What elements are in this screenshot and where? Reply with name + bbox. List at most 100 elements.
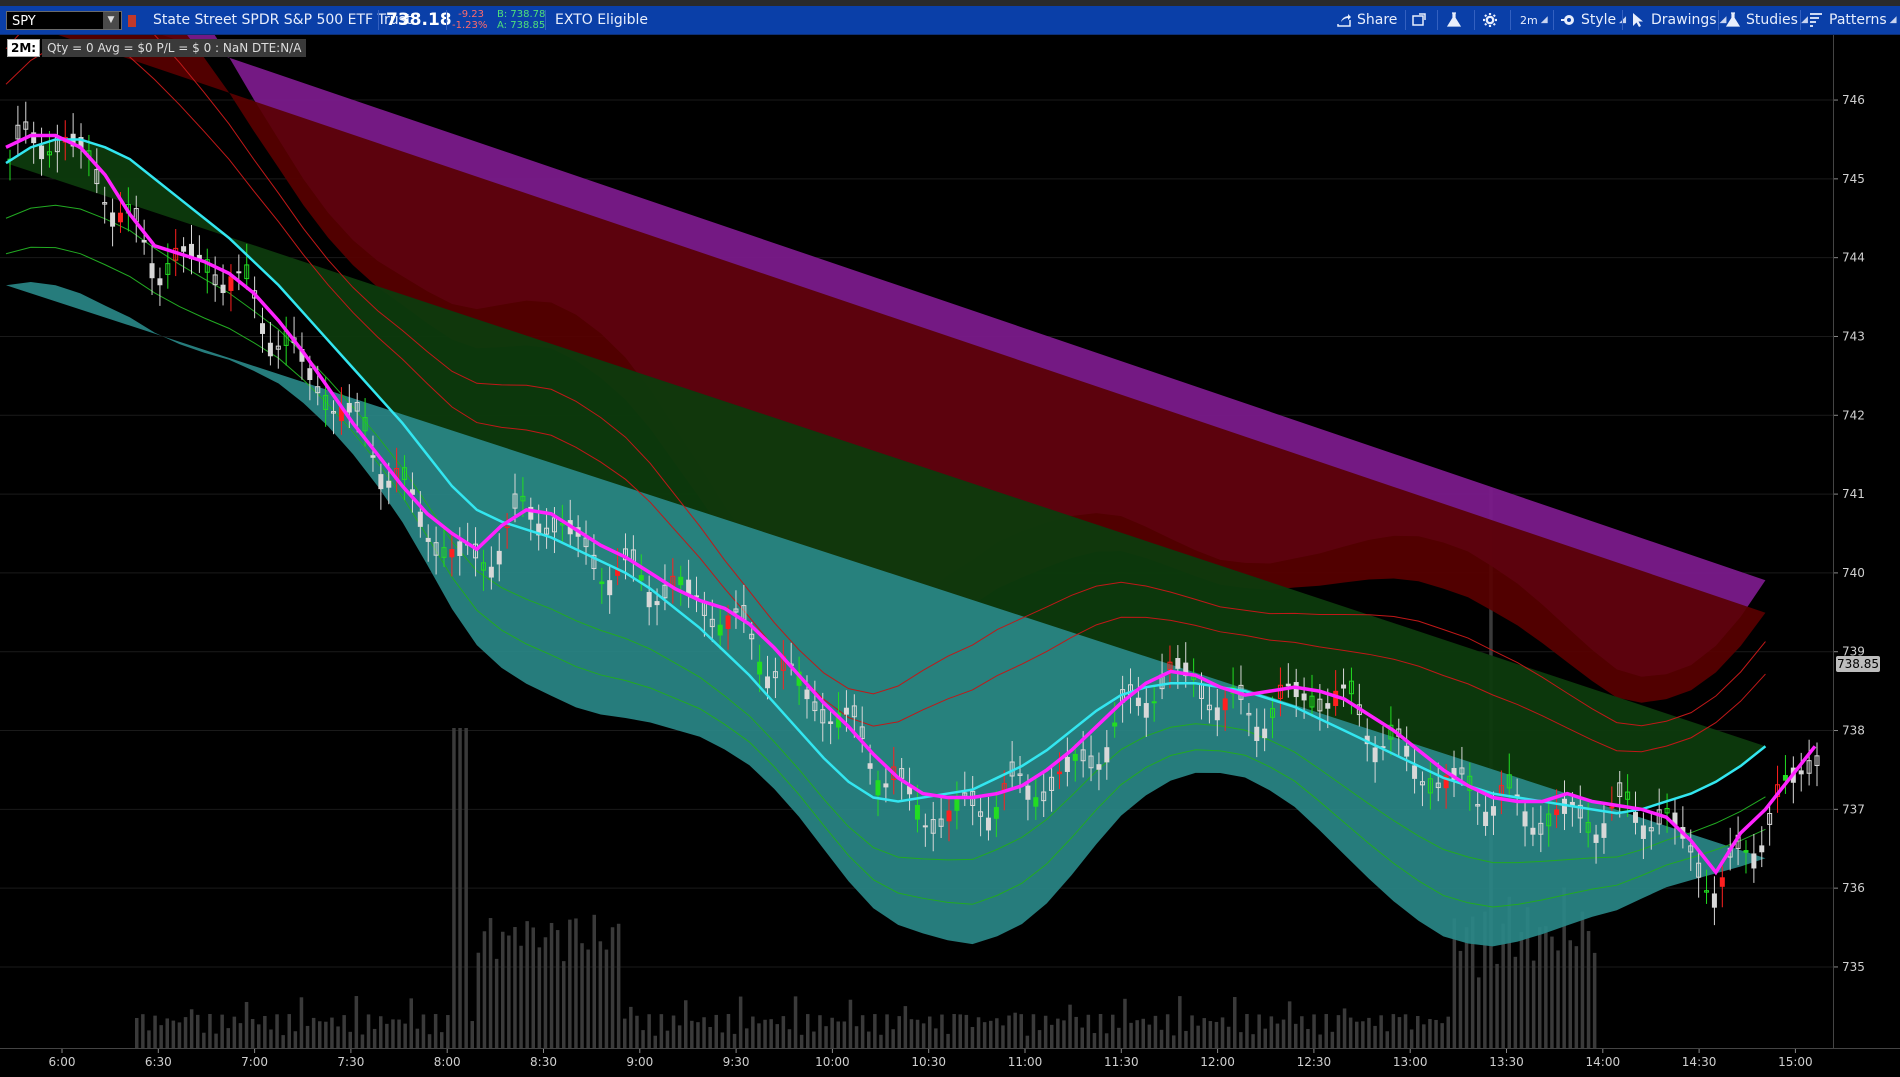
time-tick-label: 11:00 [1008, 1055, 1043, 1069]
candle [283, 316, 289, 366]
volume-bar [342, 1015, 346, 1048]
volume-bar [1281, 1019, 1286, 1048]
symbol-dropdown-icon[interactable]: ▼ [103, 12, 119, 29]
volume-bar [470, 1021, 474, 1048]
volume-bar [604, 949, 609, 1048]
divider [1510, 10, 1511, 30]
volume-bar [440, 1032, 444, 1048]
ask-price: A: 738.85 [497, 20, 546, 31]
volume-bar [903, 1006, 908, 1048]
volume-bar [1001, 1025, 1005, 1048]
volume-bar [781, 1016, 786, 1048]
volume-bar [684, 1000, 688, 1048]
settings-button[interactable] [1482, 6, 1503, 34]
share-icon [1337, 14, 1351, 27]
volume-bar [934, 1028, 938, 1048]
volume-bar [305, 1025, 310, 1048]
volume-bar [757, 1023, 761, 1048]
volume-bar [665, 1030, 670, 1048]
volume-bar [867, 1031, 871, 1048]
volume-bar [1275, 1023, 1280, 1048]
chevron-down-icon: ◢ [1889, 15, 1897, 25]
volume-bar [421, 1014, 426, 1048]
volume-bar [1031, 1014, 1036, 1048]
chevron-down-icon: ◢ [1800, 15, 1808, 25]
volume-bar [238, 1023, 243, 1048]
volume-bar [592, 914, 596, 1048]
volume-bar [507, 935, 511, 1048]
studies-button[interactable]: Studies ◢ [1725, 6, 1808, 34]
style-button[interactable]: Style◢ [1560, 6, 1626, 34]
volume-bar [299, 997, 304, 1048]
volume-bar [1434, 1019, 1438, 1048]
volume-bar [1586, 931, 1591, 1048]
volume-bar [568, 919, 572, 1048]
volume-bar [1190, 1015, 1194, 1048]
price-tick-label: 737 [1842, 802, 1865, 816]
volume-bar [330, 1017, 334, 1048]
detach-button[interactable] [1411, 6, 1432, 34]
divider [1553, 10, 1554, 30]
volume-bar [745, 1028, 749, 1048]
volume-bar [1355, 1021, 1359, 1048]
divider [1622, 10, 1623, 30]
candle [1775, 765, 1781, 813]
volume-bar [147, 1030, 151, 1048]
volume-bar [982, 1022, 987, 1048]
volume-bar [836, 1021, 840, 1048]
time-tick-label: 7:00 [241, 1055, 268, 1069]
volume-bar [1428, 1018, 1432, 1048]
price-chart[interactable] [0, 0, 1833, 1048]
volume-bar [1214, 1021, 1219, 1048]
volume-bar [1208, 1021, 1213, 1048]
volume-bar [1007, 1015, 1011, 1048]
last-price-marker: 738.85 [1836, 655, 1880, 672]
patterns-button[interactable]: Patterns ◢ [1808, 6, 1897, 34]
volume-bar [293, 1031, 298, 1048]
volume-bar [1239, 1032, 1243, 1048]
flask-button[interactable] [1446, 6, 1467, 34]
volume-bar [635, 1015, 639, 1048]
volume-bar [311, 1017, 316, 1048]
volume-bar [738, 996, 743, 1048]
price-axis[interactable]: 746 745 744 743 742 741 740 739 738 737 736 735 [1833, 35, 1900, 1048]
volume-bar [1330, 1031, 1335, 1048]
volume-bar [1324, 1014, 1328, 1048]
flask-icon [1446, 12, 1462, 27]
volume-bar [1141, 1018, 1145, 1048]
price-tick-label: 740 [1842, 566, 1865, 580]
flag-icon[interactable] [128, 15, 136, 27]
divider [1718, 10, 1719, 30]
volume-bar [1257, 1014, 1261, 1048]
drawings-button[interactable]: Drawings ◢ [1630, 6, 1726, 34]
volume-bar [1348, 1017, 1353, 1048]
chart-canvas[interactable] [0, 0, 1833, 1048]
candle [1814, 742, 1820, 787]
flask-icon [1725, 12, 1741, 27]
last-price: 738.18 [386, 10, 452, 30]
volume-bar [464, 728, 468, 1048]
volume-bar [1391, 1014, 1396, 1048]
volume-bar [714, 1014, 718, 1048]
volume-bar [1104, 1033, 1109, 1048]
volume-bar [1092, 1033, 1097, 1048]
volume-bar [1233, 997, 1237, 1048]
candle [1711, 876, 1717, 926]
volume-bar [1574, 946, 1579, 1048]
volume-bar [263, 1015, 267, 1048]
volume-bar [1037, 1030, 1042, 1048]
volume-bar [1111, 1014, 1115, 1048]
volume-bar [909, 1019, 914, 1048]
volume-bar [153, 1015, 157, 1048]
timeframe-button[interactable]: 2m ◢ [1520, 6, 1548, 34]
volume-bar [854, 1026, 859, 1048]
candle [188, 224, 194, 275]
candle [204, 248, 210, 294]
volume-bar [720, 1032, 725, 1048]
time-axis[interactable]: 6:00 6:30 7:00 7:30 8:00 8:30 9:00 9:30 10:00 10:… [0, 1048, 1900, 1073]
share-button[interactable]: Share [1336, 6, 1397, 34]
volume-bar [891, 1029, 895, 1048]
volume-bar [946, 1033, 950, 1048]
volume-bar [623, 1018, 627, 1048]
divider [1474, 10, 1475, 30]
